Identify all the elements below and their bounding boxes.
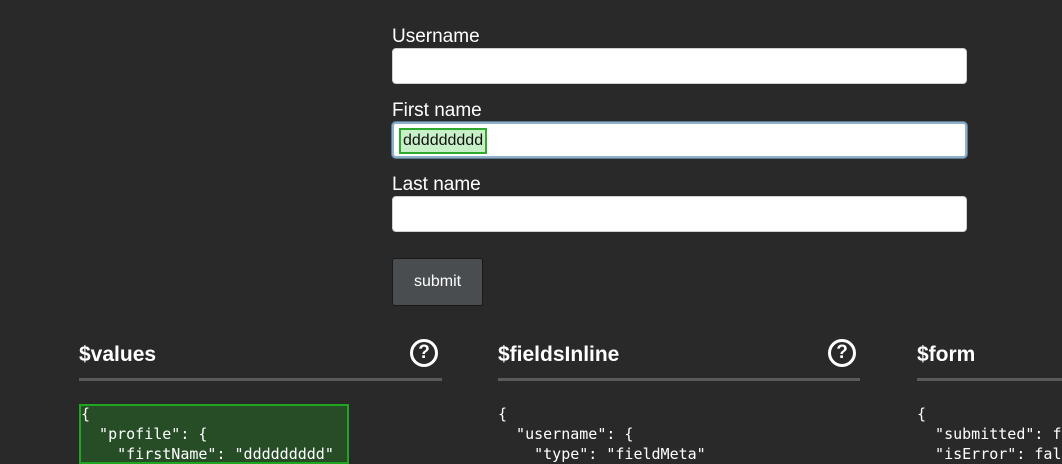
form-state-panel: $form { "submitted": false, "isError": f… — [917, 336, 1062, 464]
form-state-code-block: { "submitted": false, "isError": false — [917, 405, 1062, 463]
fields-inline-panel: $fieldsInline ? { "username": { "type": … — [498, 336, 860, 464]
values-panel-divider — [79, 378, 442, 381]
fields-inline-panel-title: $fieldsInline — [498, 343, 620, 366]
submit-button[interactable]: submit — [392, 258, 483, 306]
fields-inline-panel-divider — [498, 378, 860, 381]
username-input[interactable] — [392, 48, 967, 84]
username-label: Username — [392, 26, 480, 47]
last-name-input[interactable] — [392, 196, 967, 232]
fields-inline-code-block: { "username": { "type": "fieldMeta" — [498, 405, 706, 463]
first-name-label: First name — [392, 100, 482, 121]
form-page: Username First name ddddddddd Last name … — [0, 0, 1062, 464]
first-name-value: ddddddddd — [398, 128, 488, 154]
fields-inline-help-icon[interactable]: ? — [828, 339, 856, 367]
values-help-icon[interactable]: ? — [410, 339, 438, 367]
values-panel: $values ? { "profile": { "firstName": "d… — [79, 336, 442, 464]
last-name-label: Last name — [392, 174, 481, 195]
form-state-panel-title: $form — [917, 343, 976, 366]
form-state-panel-divider — [917, 378, 1062, 381]
values-panel-title: $values — [79, 343, 157, 366]
values-code-block: { "profile": { "firstName": "ddddddddd" — [79, 404, 349, 464]
